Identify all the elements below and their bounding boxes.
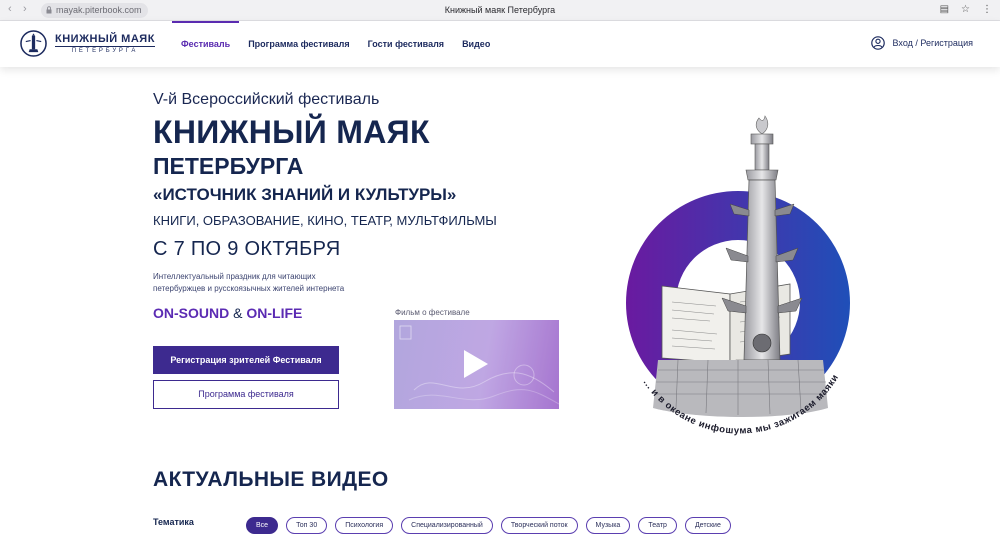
login-link[interactable]: Вход / Регистрация (870, 36, 973, 50)
site-logo[interactable]: КНИЖНЫЙ МАЯК ПЕТЕРБУРГА (20, 30, 155, 57)
hero-theme: «ИСТОЧНИК ЗНАНИЙ И КУЛЬТУРЫ» (153, 185, 457, 204)
chip-theatre[interactable]: Театр (638, 517, 677, 534)
hero-dates: С 7 ПО 9 ОКТЯБРЯ (153, 238, 341, 260)
videos-section-title: АКТУАЛЬНЫЕ ВИДЕО (153, 468, 389, 491)
hero-title: КНИЖНЫЙ МАЯК (153, 114, 430, 150)
star-icon[interactable]: ☆ (961, 4, 970, 15)
nav-program[interactable]: Программа фестиваля (239, 21, 358, 67)
nav-festival[interactable]: Фестиваль (172, 21, 240, 67)
chip-kids[interactable]: Детские (684, 517, 731, 534)
lighthouse-logo-icon (20, 30, 47, 57)
nav-guests[interactable]: Гости фестиваля (359, 21, 453, 67)
menu-dots-icon[interactable]: ⋮ (982, 4, 992, 15)
login-label: Вход / Регистрация (892, 38, 973, 48)
chip-creative-flow[interactable]: Творческий поток (500, 517, 578, 534)
hero-description-line-1: Интеллектуальный праздник для читающих (153, 272, 316, 281)
hero-pre-title: V-й Всероссийский фестиваль (153, 91, 380, 108)
translate-icon[interactable]: ▤ (940, 4, 949, 15)
format-on-life: ON-LIFE (246, 305, 303, 321)
festival-program-button[interactable]: Программа фестиваля (153, 380, 339, 409)
chip-all[interactable]: Все (246, 517, 279, 534)
hero-description-line-2: петербуржцев и русскоязычных жителей инт… (153, 284, 345, 293)
browser-tab-title: Книжный маяк Петербурга (444, 5, 556, 15)
browser-chrome: ‹ › mayak.piterbook.com Книжный маяк Пет… (0, 0, 1000, 21)
chip-psychology[interactable]: Психология (335, 517, 394, 534)
logo-title: КНИЖНЫЙ МАЯК (55, 33, 155, 45)
format-ampersand: & (233, 305, 243, 321)
chip-music[interactable]: Музыка (585, 517, 631, 534)
topic-filter-chips: Все Топ 30 Психология Специализированный… (246, 517, 731, 534)
hero-city: ПЕТЕРБУРГА (153, 153, 304, 179)
nav-video[interactable]: Видео (453, 21, 499, 67)
lighthouse-column-illustration: ... и в океане инфошума мы зажигаем маяк… (626, 115, 850, 437)
festival-video-thumbnail[interactable] (394, 320, 559, 409)
hero-format: ON-SOUND & ON-LIFE (153, 305, 302, 321)
video-label: Фильм о фестивале (395, 308, 470, 317)
user-icon (870, 36, 885, 50)
logo-subtitle: ПЕТЕРБУРГА (55, 46, 155, 54)
chip-specialized[interactable]: Специализированный (401, 517, 493, 534)
hero-description: Интеллектуальный праздник для читающих п… (153, 271, 393, 295)
hero-topics: КНИГИ, ОБРАЗОВАНИЕ, КИНО, ТЕАТР, МУЛЬТФИ… (153, 213, 497, 228)
filter-label: Тематика (153, 517, 194, 527)
main-nav: Фестиваль Программа фестиваля Гости фест… (172, 21, 499, 67)
format-on-sound: ON-SOUND (153, 305, 230, 321)
register-viewers-button[interactable]: Регистрация зрителей Фестиваля (153, 346, 339, 374)
video-preview-graphic (394, 320, 559, 409)
chip-top30[interactable]: Топ 30 (286, 517, 328, 534)
site-header: КНИЖНЫЙ МАЯК ПЕТЕРБУРГА Фестиваль Програ… (0, 21, 1000, 67)
